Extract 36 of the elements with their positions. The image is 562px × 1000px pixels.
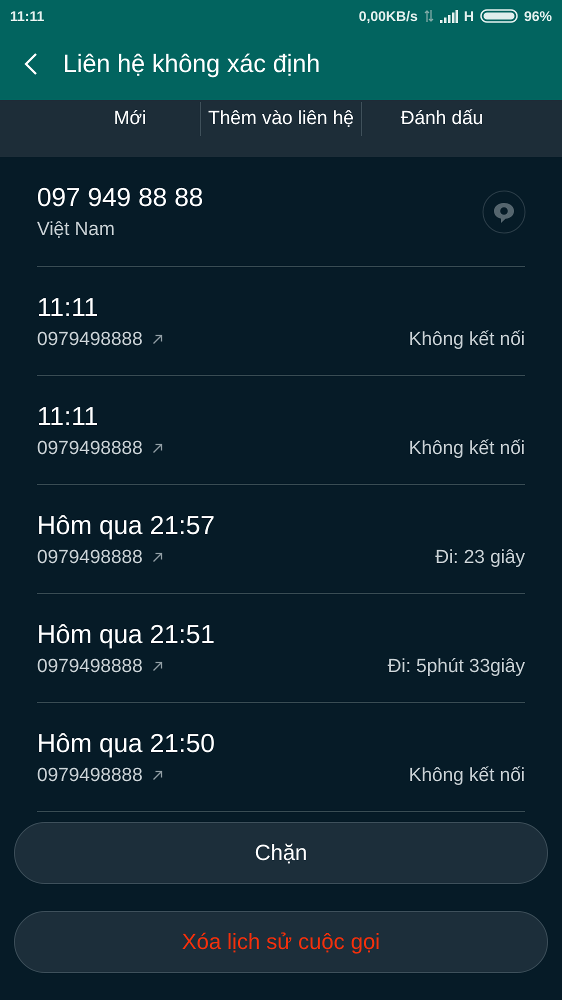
phone-number: 097 949 88 88: [37, 182, 204, 213]
outgoing-arrow-icon: [152, 770, 163, 781]
network-speed: 0,00KB/s: [358, 8, 418, 24]
call-time: Hôm qua 21:57: [37, 510, 216, 540]
call-time: Hôm qua 21:50: [37, 728, 216, 758]
call-time: Hôm qua 21:51: [37, 618, 216, 650]
call-number: 0979498888: [37, 656, 143, 678]
outgoing-arrow-icon: [152, 443, 163, 454]
action-button[interactable]: Đánh dấu: [362, 102, 522, 136]
battery-level: 96%: [524, 8, 552, 24]
block-button[interactable]: Chặn: [14, 822, 548, 884]
outgoing-arrow-icon: [152, 661, 163, 672]
call-number: 0979498888: [37, 764, 143, 786]
call-number: 0979498888: [37, 546, 143, 568]
call-result: Không kết nối: [408, 438, 525, 460]
action-button[interactable]: Mới: [60, 102, 200, 136]
call-number: 0979498888: [37, 438, 143, 460]
signal-icon: [440, 10, 458, 22]
back-icon[interactable]: [24, 52, 38, 76]
battery-icon: [480, 9, 518, 23]
action-button[interactable]: Thêm vào liên hệ: [201, 102, 361, 136]
call-result: Không kết nối: [408, 328, 525, 350]
network-type: H: [464, 8, 474, 24]
page-title: Liên hệ không xác định: [63, 50, 320, 78]
call-result: Đi: 23 giây: [435, 546, 525, 568]
region-label: Việt Nam: [37, 219, 116, 241]
call-time: 11:11: [37, 400, 100, 432]
outgoing-arrow-icon: [152, 552, 163, 563]
call-time: 11:11: [37, 292, 100, 322]
status-time: 11:11: [10, 8, 44, 24]
message-icon[interactable]: [482, 190, 526, 234]
outgoing-arrow-icon: [152, 334, 163, 345]
data-arrows-icon: [424, 9, 434, 23]
call-result: Đi: 5phút 33giây: [388, 656, 525, 678]
call-result: Không kết nối: [408, 764, 525, 786]
call-number: 0979498888: [37, 328, 143, 350]
